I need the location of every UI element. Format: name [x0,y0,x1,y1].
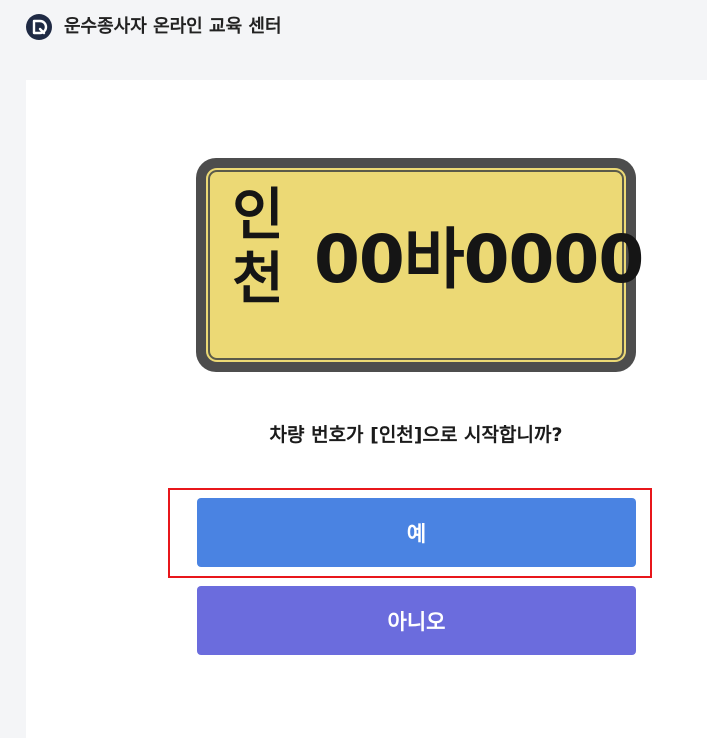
no-button[interactable]: 아니오 [197,586,636,655]
app-logo-icon[interactable] [26,14,52,40]
plate-region-line2: 천 [232,247,284,312]
app-header: 운수종사자 온라인 교육 센터 [0,0,707,56]
yes-button[interactable]: 예 [197,498,636,567]
question-text: 차량 번호가 [인천]으로 시작합니까? [269,424,563,446]
app-title: 운수종사자 온라인 교육 센터 [64,16,282,37]
license-plate-image: 인 천 00바0000 [196,158,644,372]
plate-region: 인 천 [228,184,288,312]
license-plate-face: 인 천 00바0000 [206,168,644,362]
plate-number: 00바0000 [314,221,644,298]
plate-region-line1: 인 [232,183,284,248]
